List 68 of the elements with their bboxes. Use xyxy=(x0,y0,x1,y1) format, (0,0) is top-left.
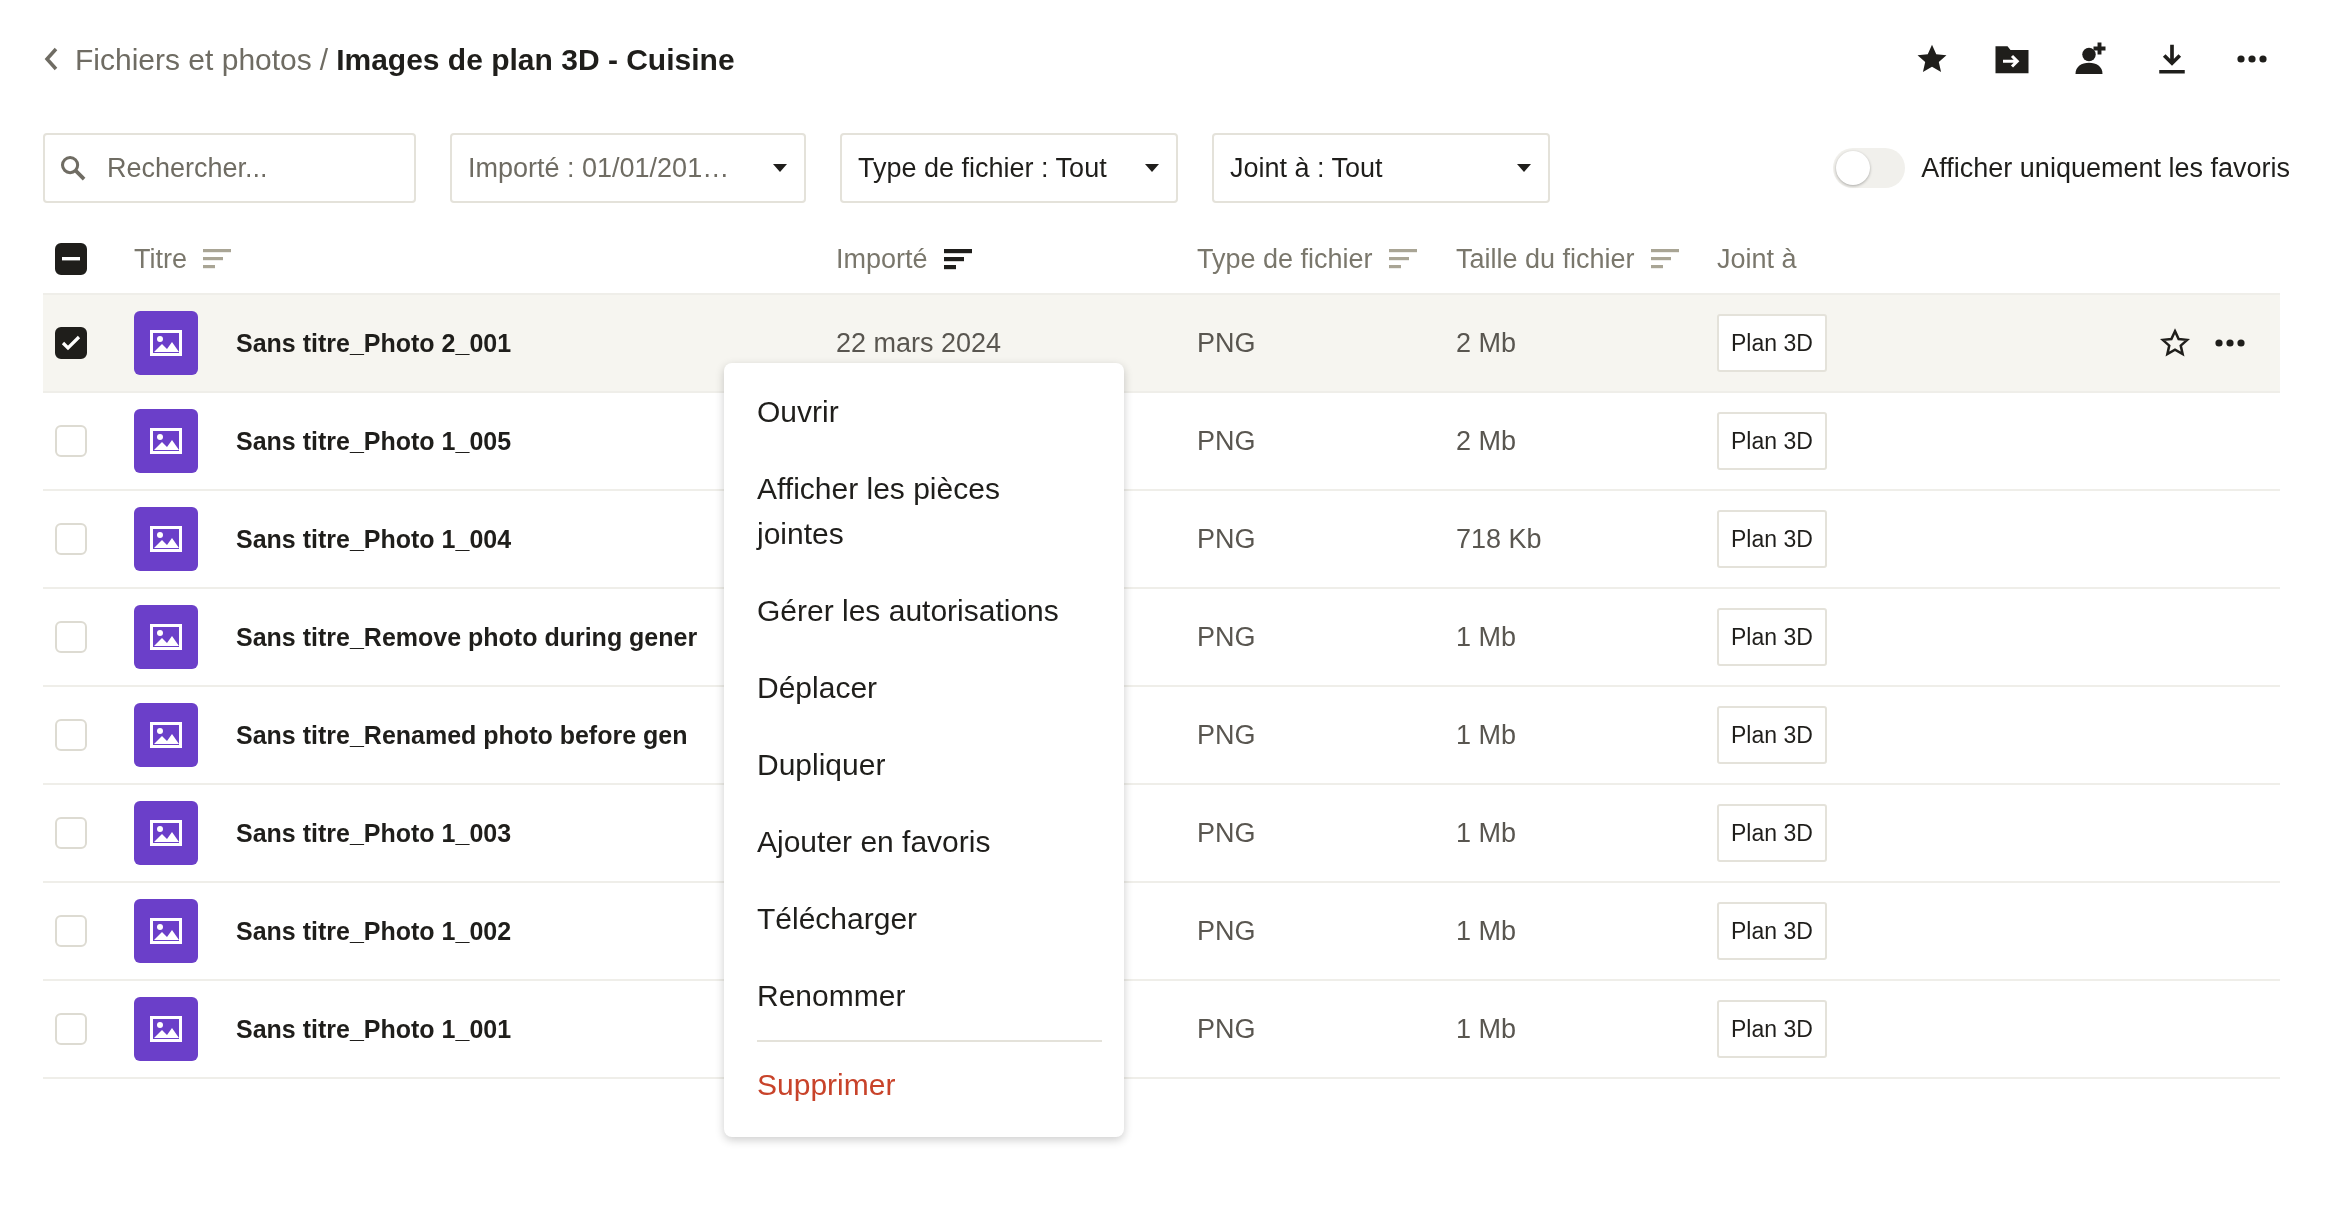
toggle-switch[interactable] xyxy=(1833,148,1906,188)
table-cell: 2 Mb xyxy=(1456,327,1517,358)
column-header[interactable]: Joint à xyxy=(1717,238,1797,280)
table-cell: PNG xyxy=(1197,915,1256,946)
image-file-icon xyxy=(134,311,198,375)
table-cell: 2 Mb xyxy=(1456,425,1517,456)
table-cell: PNG xyxy=(1197,523,1256,554)
search-field[interactable]: Rechercher... xyxy=(43,133,416,203)
filter-dropdown[interactable]: Type de fichier : Tout xyxy=(840,133,1178,203)
file-name: Sans titre_Photo 1_005 xyxy=(236,426,512,455)
breadcrumb-link[interactable]: Fichiers et photos xyxy=(75,36,312,82)
file-name: Sans titre_Remove photo during gener xyxy=(236,622,698,651)
table-row[interactable]: Sans titre_Photo 2_001 22 mars 2024 PNG 2 Mb Plan 3D xyxy=(43,295,2280,393)
sort-icon[interactable] xyxy=(943,248,972,270)
table-cell: PNG xyxy=(1197,425,1256,456)
column-header[interactable]: Type de fichier xyxy=(1197,238,1373,280)
image-file-icon xyxy=(134,703,198,767)
table-cell: PNG xyxy=(1197,817,1256,848)
column-header[interactable]: Taille du fichier xyxy=(1456,238,1635,280)
image-file-icon xyxy=(134,801,198,865)
file-name: Sans titre_Photo 2_001 xyxy=(236,328,512,357)
filter-dropdown[interactable]: Joint à : Tout xyxy=(1212,133,1550,203)
attachment-tag: Plan 3D xyxy=(1717,313,1827,373)
file-name: Sans titre_Renamed photo before gen xyxy=(236,720,688,749)
file-name: Sans titre_Photo 1_002 xyxy=(236,916,512,945)
page-title: Images de plan 3D - Cuisine xyxy=(336,41,735,78)
table-cell: 718 Kb xyxy=(1456,523,1542,554)
image-file-icon xyxy=(134,605,198,669)
file-name: Sans titre_Photo 1_004 xyxy=(236,524,512,553)
check-icon xyxy=(61,335,81,351)
table-cell: PNG xyxy=(1197,1013,1256,1044)
table-cell: 1 Mb xyxy=(1456,719,1517,750)
breadcrumb-separator: / xyxy=(319,41,329,78)
checkbox[interactable] xyxy=(55,243,87,275)
table-cell: 1 Mb xyxy=(1456,1013,1517,1044)
image-file-icon xyxy=(134,997,198,1061)
checkbox[interactable] xyxy=(55,327,87,359)
file-name: Sans titre_Photo 1_001 xyxy=(236,1014,512,1043)
caret-icon xyxy=(772,163,788,173)
attachment-tag: Plan 3D xyxy=(1717,901,1827,961)
attachment-tag: Plan 3D xyxy=(1717,705,1827,765)
column-header[interactable]: Titre xyxy=(134,238,187,280)
caret-icon xyxy=(1144,163,1160,173)
table-cell: PNG xyxy=(1197,719,1256,750)
filter-dropdown[interactable]: Importé : 01/01/201… xyxy=(450,133,806,203)
table-cell: 1 Mb xyxy=(1456,621,1517,652)
caret-icon xyxy=(1516,163,1532,173)
image-file-icon xyxy=(134,409,198,473)
column-header[interactable]: Importé xyxy=(836,238,928,280)
file-name: Sans titre_Photo 1_003 xyxy=(236,818,512,847)
table-cell: PNG xyxy=(1197,621,1256,652)
table-cell: PNG xyxy=(1197,327,1256,358)
attachment-tag: Plan 3D xyxy=(1717,803,1827,863)
attachment-tag: Plan 3D xyxy=(1717,411,1827,471)
search-icon xyxy=(59,154,87,182)
table-cell: 22 mars 2024 xyxy=(836,327,1002,358)
minus-icon xyxy=(62,257,80,261)
image-file-icon xyxy=(134,899,198,963)
table-cell: 1 Mb xyxy=(1456,817,1517,848)
table-cell: 1 Mb xyxy=(1456,915,1517,946)
attachment-tag: Plan 3D xyxy=(1717,509,1827,569)
attachment-tag: Plan 3D xyxy=(1717,999,1827,1059)
attachment-tag: Plan 3D xyxy=(1717,607,1827,667)
back-icon[interactable] xyxy=(43,46,59,72)
menu-item[interactable]: Télécharger xyxy=(724,880,1124,957)
image-file-icon xyxy=(134,507,198,571)
menu-item[interactable]: Ajouter en favoris xyxy=(724,803,1124,880)
toggle-label: Afficher uniquement les favoris xyxy=(1921,151,2290,185)
